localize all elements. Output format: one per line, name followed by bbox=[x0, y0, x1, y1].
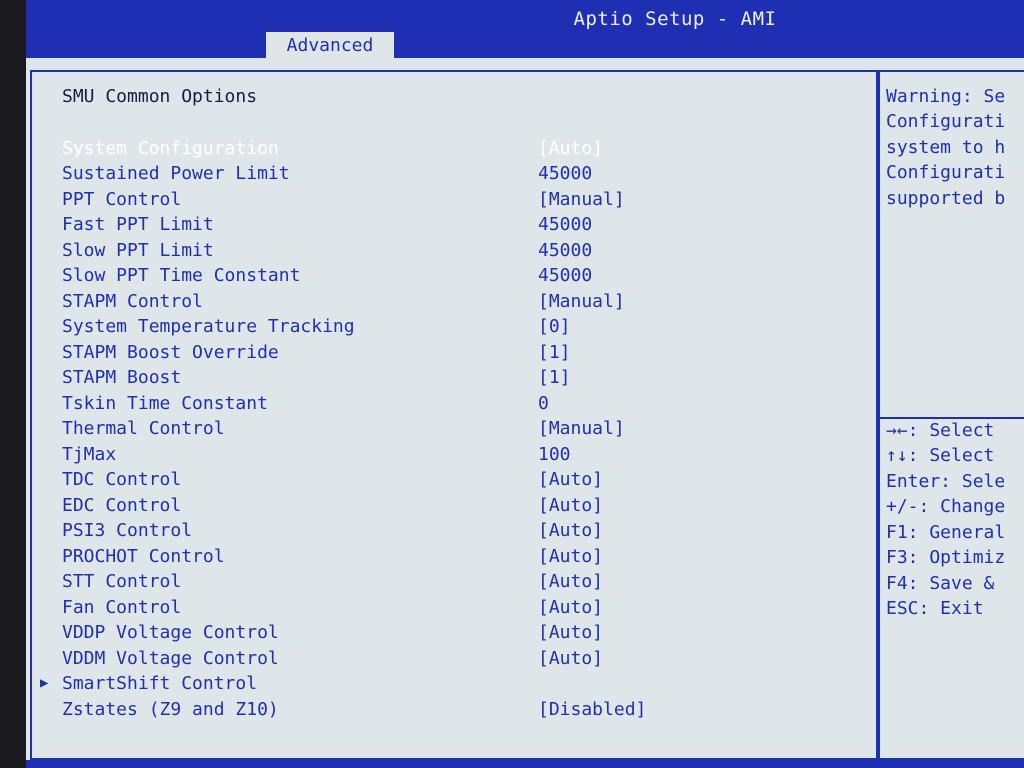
option-value[interactable]: 0 bbox=[538, 391, 549, 416]
option-value[interactable]: 45000 bbox=[538, 212, 592, 237]
option-row[interactable]: PSI3 Control [Auto] bbox=[26, 518, 866, 543]
option-label: System Configuration bbox=[62, 138, 279, 159]
option-row[interactable]: Thermal Control [Manual] bbox=[26, 416, 866, 441]
option-row[interactable]: PPT Control [Manual] bbox=[26, 187, 866, 212]
option-label: STT Control bbox=[62, 571, 182, 592]
option-value[interactable]: [Disabled] bbox=[538, 697, 646, 722]
help-panel: Warning: Se Configurati system to h Conf… bbox=[878, 70, 1024, 760]
option-label: STAPM Boost bbox=[62, 367, 182, 388]
option-row[interactable]: STT Control [Auto] bbox=[26, 569, 866, 594]
option-label: Zstates (Z9 and Z10) bbox=[62, 699, 279, 720]
key-hint: Enter: Sele bbox=[886, 471, 1006, 492]
option-label: PPT Control bbox=[62, 189, 182, 210]
key-hint: →←: Select bbox=[886, 420, 995, 441]
option-row[interactable]: Slow PPT Limit 45000 bbox=[26, 238, 866, 263]
option-label: STAPM Boost Override bbox=[62, 342, 279, 363]
submenu-arrow-icon: ▶ bbox=[40, 675, 49, 691]
option-label: STAPM Control bbox=[62, 291, 203, 312]
option-label: PROCHOT Control bbox=[62, 546, 225, 567]
option-value[interactable]: [1] bbox=[538, 340, 571, 365]
option-row[interactable]: TjMax 100 bbox=[26, 442, 866, 467]
help-line: supported b bbox=[886, 188, 1006, 209]
option-row[interactable]: Fast PPT Limit 45000 bbox=[26, 212, 866, 237]
option-value[interactable]: [Auto] bbox=[538, 569, 603, 594]
option-value[interactable]: 45000 bbox=[538, 161, 592, 186]
option-value[interactable]: [Auto] bbox=[538, 518, 603, 543]
option-value[interactable]: 100 bbox=[538, 442, 571, 467]
bottom-border bbox=[26, 760, 1024, 768]
option-label: VDDP Voltage Control bbox=[62, 622, 279, 643]
key-hint: ESC: Exit bbox=[886, 598, 984, 619]
option-label: Slow PPT Time Constant bbox=[62, 265, 301, 286]
option-value[interactable]: [Manual] bbox=[538, 187, 625, 212]
option-value[interactable]: [Auto] bbox=[538, 646, 603, 671]
option-value[interactable]: [Manual] bbox=[538, 416, 625, 441]
option-row[interactable]: TDC Control [Auto] bbox=[26, 467, 866, 492]
option-label: PSI3 Control bbox=[62, 520, 193, 541]
option-row[interactable]: Slow PPT Time Constant 45000 bbox=[26, 263, 866, 288]
option-label: Fan Control bbox=[62, 597, 182, 618]
option-label: Thermal Control bbox=[62, 418, 225, 439]
option-value[interactable]: [0] bbox=[538, 314, 571, 339]
option-row[interactable]: STAPM Boost [1] bbox=[26, 365, 866, 390]
key-hint: ↑↓: Select bbox=[886, 445, 995, 466]
option-value[interactable]: 45000 bbox=[538, 263, 592, 288]
option-row[interactable]: Tskin Time Constant 0 bbox=[26, 391, 866, 416]
option-row[interactable]: Sustained Power Limit 45000 bbox=[26, 161, 866, 186]
title-bar: Aptio Setup - AMI Advanced bbox=[26, 0, 1024, 58]
option-row[interactable]: PROCHOT Control [Auto] bbox=[26, 544, 866, 569]
option-label: EDC Control bbox=[62, 495, 182, 516]
section-title: SMU Common Options bbox=[62, 86, 258, 107]
option-label: TDC Control bbox=[62, 469, 182, 490]
option-label: VDDM Voltage Control bbox=[62, 648, 279, 669]
help-line: Configurati bbox=[886, 162, 1006, 183]
option-label: TjMax bbox=[62, 444, 117, 465]
submenu-smartshift[interactable]: ▶ SmartShift Control bbox=[26, 671, 866, 696]
key-hint: F3: Optimiz bbox=[886, 547, 1006, 568]
key-hint: F4: Save & bbox=[886, 573, 995, 594]
option-row[interactable]: VDDM Voltage Control [Auto] bbox=[26, 646, 866, 671]
option-label: System Temperature Tracking bbox=[62, 316, 355, 337]
option-row[interactable]: EDC Control [Auto] bbox=[26, 493, 866, 518]
option-value[interactable]: [Auto] bbox=[538, 620, 603, 645]
option-row[interactable]: VDDP Voltage Control [Auto] bbox=[26, 620, 866, 645]
option-label: Sustained Power Limit bbox=[62, 163, 290, 184]
option-row[interactable]: System Temperature Tracking [0] bbox=[26, 314, 866, 339]
option-value[interactable]: [Auto] bbox=[538, 493, 603, 518]
key-hint: F1: General bbox=[886, 522, 1006, 543]
option-row[interactable]: Fan Control [Auto] bbox=[26, 595, 866, 620]
option-label: Fast PPT Limit bbox=[62, 214, 214, 235]
help-line: Configurati bbox=[886, 111, 1006, 132]
option-value[interactable]: 45000 bbox=[538, 238, 592, 263]
option-row[interactable]: STAPM Control [Manual] bbox=[26, 289, 866, 314]
option-row[interactable]: STAPM Boost Override [1] bbox=[26, 340, 866, 365]
option-label: SmartShift Control bbox=[62, 673, 258, 694]
option-value[interactable]: [Auto] bbox=[538, 467, 603, 492]
option-value[interactable]: [Auto] bbox=[538, 595, 603, 620]
option-value[interactable]: [Auto] bbox=[538, 544, 603, 569]
option-value[interactable]: [Manual] bbox=[538, 289, 625, 314]
bios-screen: Aptio Setup - AMI Advanced Warning: Se C… bbox=[26, 0, 1024, 768]
option-label: Tskin Time Constant bbox=[62, 393, 268, 414]
option-label: Slow PPT Limit bbox=[62, 240, 214, 261]
option-value[interactable]: [Auto] bbox=[538, 136, 603, 161]
option-row[interactable]: System Configuration [Auto] bbox=[26, 136, 866, 161]
key-hint: +/-: Change bbox=[886, 496, 1006, 517]
app-title: Aptio Setup - AMI bbox=[573, 8, 777, 30]
help-line: system to h bbox=[886, 137, 1006, 158]
tab-advanced[interactable]: Advanced bbox=[266, 32, 394, 58]
option-row[interactable]: Zstates (Z9 and Z10) [Disabled] bbox=[26, 697, 866, 722]
help-line: Warning: Se bbox=[886, 86, 1006, 107]
option-value[interactable]: [1] bbox=[538, 365, 571, 390]
